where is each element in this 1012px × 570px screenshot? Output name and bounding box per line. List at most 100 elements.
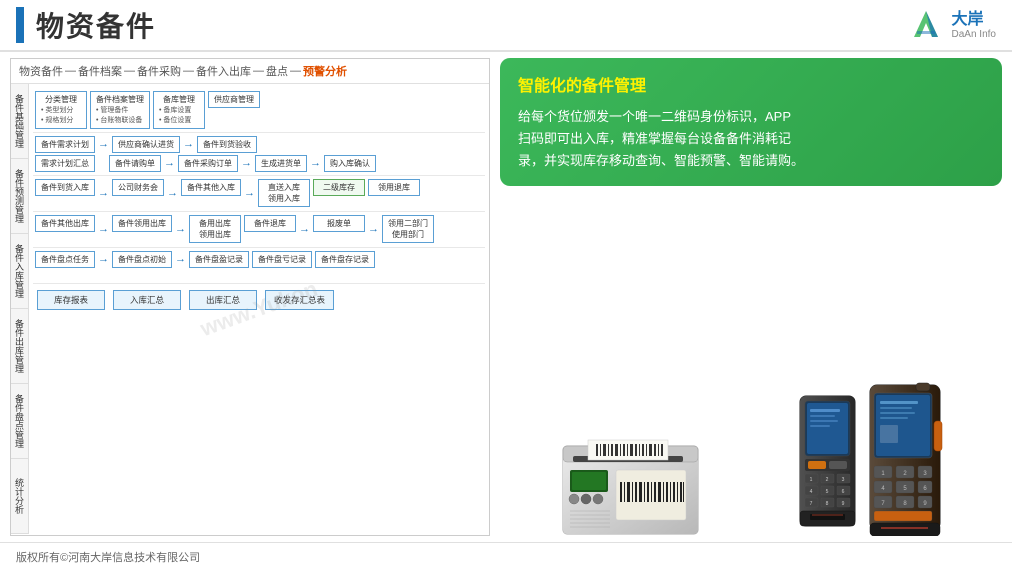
box-direct-in: 直送入库 领用入库: [258, 179, 310, 207]
svg-text:8: 8: [825, 501, 828, 507]
box-inventory-loss: 备件盘亏记录: [252, 251, 312, 268]
box-inventory-gain: 备件盘盈记录: [189, 251, 249, 268]
section-row-6: 库存报表 入库汇总 出库汇总 收发存汇总表: [33, 284, 485, 320]
box-supplier-label: 供应商管理: [214, 94, 254, 105]
arrow-2d: →: [241, 157, 252, 169]
box-archive: 备件档案管理 • 管理备件• 台账物联设备: [90, 91, 150, 129]
handheld-svg-2: 1 2 3 4 5 6 7 8 9: [866, 381, 944, 536]
page-header: 物资备件 大岸 DaAn Info: [0, 0, 1012, 52]
box-scrap: 报废单: [313, 215, 365, 232]
svg-text:5: 5: [825, 489, 828, 495]
box-purchase-confirm: 购入库确认: [324, 155, 376, 172]
box-arrival-in: 备件到货入库: [35, 179, 95, 196]
arrow-4b: →: [175, 223, 186, 235]
svg-text:3: 3: [841, 477, 844, 483]
box-inventory-store: 备件盘存记录: [315, 251, 375, 268]
header-accent-bar: [16, 7, 24, 43]
side-label-5: 统计分析: [11, 459, 28, 534]
box-inventory-init: 备件盘点初始: [112, 251, 172, 268]
box-inventory-task: 备件盘点任务: [35, 251, 95, 268]
handheld-group: 1 2 3 4 5 6 7 8 9: [795, 381, 944, 536]
box-purchase-order: 备件采购订单: [178, 155, 238, 172]
box-set-5: 备件盘点任务 → 备件盘点初始 → 备件盘盈记录 备件盘亏记录 备件盘存记录: [35, 251, 483, 268]
stat-summary: 收发存汇总表: [265, 290, 334, 310]
svg-text:9: 9: [841, 501, 844, 507]
nav-sep-0: —: [65, 65, 76, 77]
info-box-text: 给每个货位颁发一个唯一二维码身份标识，APP扫码即可出入库，精准掌握每台设备备件…: [518, 106, 984, 172]
diagram-content: www.Yukon 分类管理 • 类型划分• 规格划分 备件档案管理 • 管理备…: [29, 84, 489, 534]
box-out-types: 备用出库 领用出库: [189, 215, 241, 243]
box-set-2b: 需求计划汇总 备件请购单 → 备件采购订单 → 生成进货单 → 购入库确认: [35, 155, 483, 172]
logo-subtext: DaAn Info: [952, 29, 996, 40]
section-row-1: 分类管理 • 类型划分• 规格划分 备件档案管理 • 管理备件• 台账物联设备 …: [33, 88, 485, 133]
arrow-2c: →: [164, 157, 175, 169]
box-set-2a: 备件需求计划 → 供应商确认进货 → 备件到货验收: [35, 136, 483, 153]
box-gen-receipt: 生成进货单: [255, 155, 307, 172]
arrow-3b: →: [167, 187, 178, 199]
box-set-3: 备件到货入库 → 公司财务会 → 备件其他入库 → 直送入库 领用入库 二级库存…: [35, 179, 483, 207]
nav-item-5[interactable]: 预警分析: [303, 63, 347, 79]
nav-item-1[interactable]: 备件档案: [78, 63, 122, 79]
section-row-2: 备件需求计划 → 供应商确认进货 → 备件到货验收 需求计划汇总 备件请购单 →…: [33, 133, 485, 176]
nav-item-3[interactable]: 备件入出库: [196, 63, 251, 79]
nav-sep-2: —: [183, 65, 194, 77]
section-row-5: 备件盘点任务 → 备件盘点初始 → 备件盘盈记录 备件盘亏记录 备件盘存记录: [33, 248, 485, 284]
box-classify-sub: • 类型划分• 规格划分: [41, 106, 81, 126]
arrow-4d: →: [368, 223, 379, 235]
logo-text-group: 大岸 DaAn Info: [952, 10, 996, 40]
svg-text:6: 6: [841, 489, 844, 495]
nav-sep-4: —: [290, 65, 301, 77]
arrow-5a: →: [98, 253, 109, 265]
side-label-3: 备件出库管理: [11, 309, 28, 384]
box-classify: 分类管理 • 类型划分• 规格划分: [35, 91, 87, 129]
devices-area: 1 2 3 4 5 6 7 8 9: [500, 194, 1002, 536]
logo-icon: [906, 7, 946, 43]
footer: 版权所有©河南大岸信息技术有限公司: [0, 542, 1012, 570]
logo-area: 大岸 DaAn Info: [906, 7, 996, 43]
box-classify-label: 分类管理: [41, 94, 81, 105]
page-title: 物资备件: [36, 5, 156, 45]
stat-row: 库存报表 入库汇总 出库汇总 收发存汇总表: [35, 287, 483, 313]
section-row-4: 备件其他出库 → 备件领用出库 → 备用出库 领用出库 备件退库 → 报废单 →: [33, 212, 485, 248]
side-label-2: 备件入库管理: [11, 234, 28, 309]
arrow-4a: →: [98, 223, 109, 235]
diagram-body: 备件基础管理 备件预测管理 备件入库管理 备件出库管理 备件盘点管理 统计分析 …: [11, 84, 489, 534]
box-supplier-confirm: 供应商确认进货: [112, 136, 180, 153]
printer-illustration: [558, 426, 698, 536]
info-box: 智能化的备件管理 给每个货位颁发一个唯一二维码身份标识，APP扫码即可出入库，精…: [500, 58, 1002, 186]
svg-text:7: 7: [809, 501, 812, 507]
svg-text:1: 1: [809, 477, 812, 483]
box-demand-plan: 备件需求计划: [35, 136, 95, 153]
svg-text:4: 4: [809, 489, 812, 495]
box-storage-label: 备库管理: [159, 94, 199, 105]
nav-item-0[interactable]: 物资备件: [19, 63, 63, 79]
side-labels: 备件基础管理 备件预测管理 备件入库管理 备件出库管理 备件盘点管理 统计分析: [11, 84, 29, 534]
info-box-title: 智能化的备件管理: [518, 72, 984, 96]
box-archive-label: 备件档案管理: [96, 94, 144, 105]
box-departments: 领用二部门 使用部门: [382, 215, 434, 243]
box-other-out: 备件其他出库: [35, 215, 95, 232]
right-area: 智能化的备件管理 给每个货位颁发一个唯一二维码身份标识，APP扫码即可出入库，精…: [500, 58, 1002, 536]
box-arrival-verify: 备件到货验收: [197, 136, 257, 153]
stat-out: 出库汇总: [189, 290, 257, 310]
box-demand-summary: 需求计划汇总: [35, 155, 95, 172]
box-storage: 备库管理 • 备库设置• 备位设置: [153, 91, 205, 129]
box-set-1: 分类管理 • 类型划分• 规格划分 备件档案管理 • 管理备件• 台账物联设备 …: [35, 91, 483, 129]
printer-svg: [558, 426, 708, 541]
box-set-4: 备件其他出库 → 备件领用出库 → 备用出库 领用出库 备件退库 → 报废单 →: [35, 215, 483, 243]
box-use-out: 备件领用出库: [112, 215, 172, 232]
nav-item-4[interactable]: 盘点: [266, 63, 288, 79]
svg-text:2: 2: [825, 477, 828, 483]
arrow-2b: →: [183, 138, 194, 150]
section-row-3: 备件到货入库 → 公司财务会 → 备件其他入库 → 直送入库 领用入库 二级库存…: [33, 176, 485, 212]
box-archive-sub: • 管理备件• 台账物联设备: [96, 106, 144, 126]
nav-item-2[interactable]: 备件采购: [137, 63, 181, 79]
box-supplier: 供应商管理: [208, 91, 260, 108]
box-storage-sub: • 备库设置• 备位设置: [159, 106, 199, 126]
box-return-out: 备件退库: [244, 215, 296, 232]
copyright-text: 版权所有©河南大岸信息技术有限公司: [16, 549, 200, 565]
arrow-5b: →: [175, 253, 186, 265]
box-purchase-req: 备件请购单: [109, 155, 161, 172]
arrow-3c: →: [244, 187, 255, 199]
diagram-area: 物资备件 — 备件档案 — 备件采购 — 备件入出库 — 盘点 — 预警分析 备…: [10, 58, 490, 536]
